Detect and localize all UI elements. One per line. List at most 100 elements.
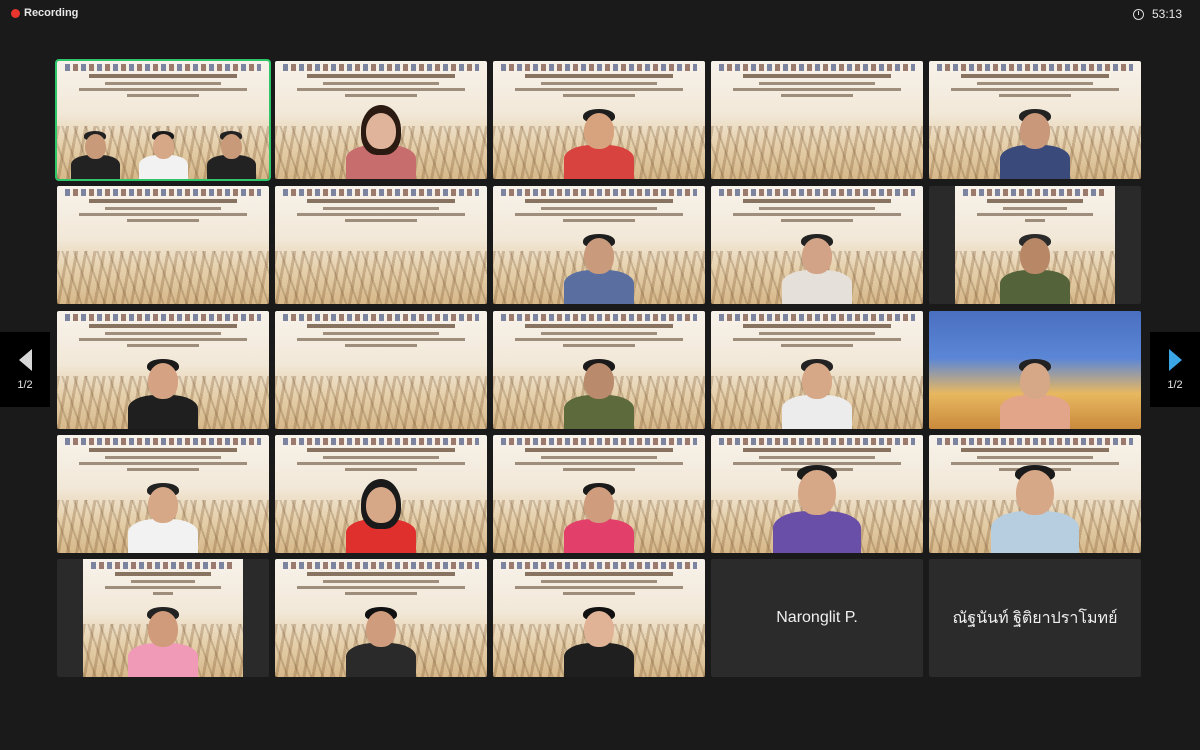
slide-decoration: [283, 562, 479, 569]
slide-decoration: [759, 82, 875, 85]
participant-tile[interactable]: [493, 435, 705, 553]
participant-head: [148, 611, 178, 647]
slide-decoration: [961, 448, 1109, 452]
presentation-background: [57, 186, 269, 304]
slide-decoration: [105, 82, 221, 85]
slide-decoration: [501, 314, 697, 321]
participant-tile[interactable]: [57, 186, 269, 304]
participant-tile[interactable]: [493, 559, 705, 677]
participant-tile[interactable]: [275, 311, 487, 429]
participant-body: [773, 510, 861, 553]
slide-decoration: [563, 592, 635, 595]
participant-body: [782, 395, 852, 429]
slide-decoration: [719, 438, 915, 445]
participant-body: [991, 510, 1079, 553]
participant-tile[interactable]: ณัฐนันท์ ฐิติยาปราโมทย์: [929, 559, 1141, 677]
slide-decoration: [977, 456, 1093, 459]
clock-icon: [1132, 8, 1144, 20]
slide-decoration: [525, 572, 673, 576]
participant-tile[interactable]: [929, 186, 1141, 304]
participant-head: [84, 134, 106, 160]
participant-tile[interactable]: [929, 311, 1141, 429]
participant-body: [564, 395, 634, 429]
participant-tile[interactable]: [275, 186, 487, 304]
slide-decoration: [1003, 207, 1067, 210]
slide-decoration: [345, 219, 417, 222]
slide-decoration: [105, 586, 221, 589]
participant-head: [584, 487, 614, 523]
participant-head: [1020, 238, 1050, 274]
slide-decoration: [759, 207, 875, 210]
slide-decoration: [563, 468, 635, 471]
slide-decoration: [89, 448, 237, 452]
slide-decoration: [65, 438, 261, 445]
participant-head: [220, 134, 242, 160]
slide-decoration: [79, 88, 247, 91]
participant-tile[interactable]: [57, 435, 269, 553]
previous-page-button[interactable]: 1/2: [0, 332, 50, 407]
slide-decoration: [323, 456, 439, 459]
participant-tile[interactable]: [711, 435, 923, 553]
participant-head: [798, 469, 836, 515]
slide-decoration: [719, 64, 915, 71]
slide-decoration: [307, 324, 455, 328]
participant-head: [802, 238, 832, 274]
slide-decoration: [127, 219, 199, 222]
slide-decoration: [283, 314, 479, 321]
slide-decoration: [79, 338, 247, 341]
slide-decoration: [307, 199, 455, 203]
participant-tile[interactable]: [711, 311, 923, 429]
slide-decoration: [283, 438, 479, 445]
participant-body: [564, 643, 634, 677]
participant-tile[interactable]: [275, 435, 487, 553]
slide-decoration: [345, 468, 417, 471]
participant-body: [1000, 395, 1070, 429]
slide-decoration: [79, 462, 247, 465]
participant-tile[interactable]: [493, 311, 705, 429]
participant-body: [128, 395, 198, 429]
slide-decoration: [937, 64, 1133, 71]
slide-decoration: [987, 199, 1083, 203]
participant-tile[interactable]: [57, 559, 269, 677]
recording-indicator[interactable]: Recording: [11, 7, 78, 19]
slide-decoration: [743, 448, 891, 452]
page-indicator-left: 1/2: [17, 378, 33, 391]
slide-decoration: [525, 448, 673, 452]
slide-decoration: [541, 82, 657, 85]
participant-tile[interactable]: [275, 559, 487, 677]
slide-decoration: [283, 64, 479, 71]
participant-tile[interactable]: [929, 61, 1141, 179]
slide-decoration: [65, 189, 261, 196]
slide-decoration: [345, 592, 417, 595]
next-page-button[interactable]: 1/2: [1150, 332, 1200, 407]
participant-head: [584, 113, 614, 149]
participant-tile[interactable]: [493, 61, 705, 179]
slide-decoration: [961, 74, 1109, 78]
participant-tile[interactable]: Naronglit P.: [711, 559, 923, 677]
participant-tile[interactable]: [493, 186, 705, 304]
presentation-background: [275, 311, 487, 429]
slide-decoration: [501, 64, 697, 71]
participant-head: [152, 134, 174, 160]
slide-decoration: [127, 344, 199, 347]
participant-tile[interactable]: [57, 311, 269, 429]
participant-tile[interactable]: [929, 435, 1141, 553]
slide-decoration: [541, 332, 657, 335]
slide-decoration: [307, 572, 455, 576]
slide-decoration: [733, 338, 901, 341]
recording-label: Recording: [24, 7, 79, 19]
slide-decoration: [515, 338, 683, 341]
meeting-timer[interactable]: 53:13: [1132, 7, 1182, 21]
participant-tile[interactable]: [711, 61, 923, 179]
participant-tile[interactable]: [275, 61, 487, 179]
slide-decoration: [307, 448, 455, 452]
slide-decoration: [515, 213, 683, 216]
participant-tile[interactable]: [55, 59, 271, 181]
slide-decoration: [541, 580, 657, 583]
slide-decoration: [275, 375, 487, 429]
top-bar: Recording 53:13: [0, 0, 1200, 30]
slide-decoration: [65, 64, 261, 71]
chevron-left-icon: [18, 348, 32, 371]
participant-tile[interactable]: [711, 186, 923, 304]
slide-decoration: [719, 189, 915, 196]
